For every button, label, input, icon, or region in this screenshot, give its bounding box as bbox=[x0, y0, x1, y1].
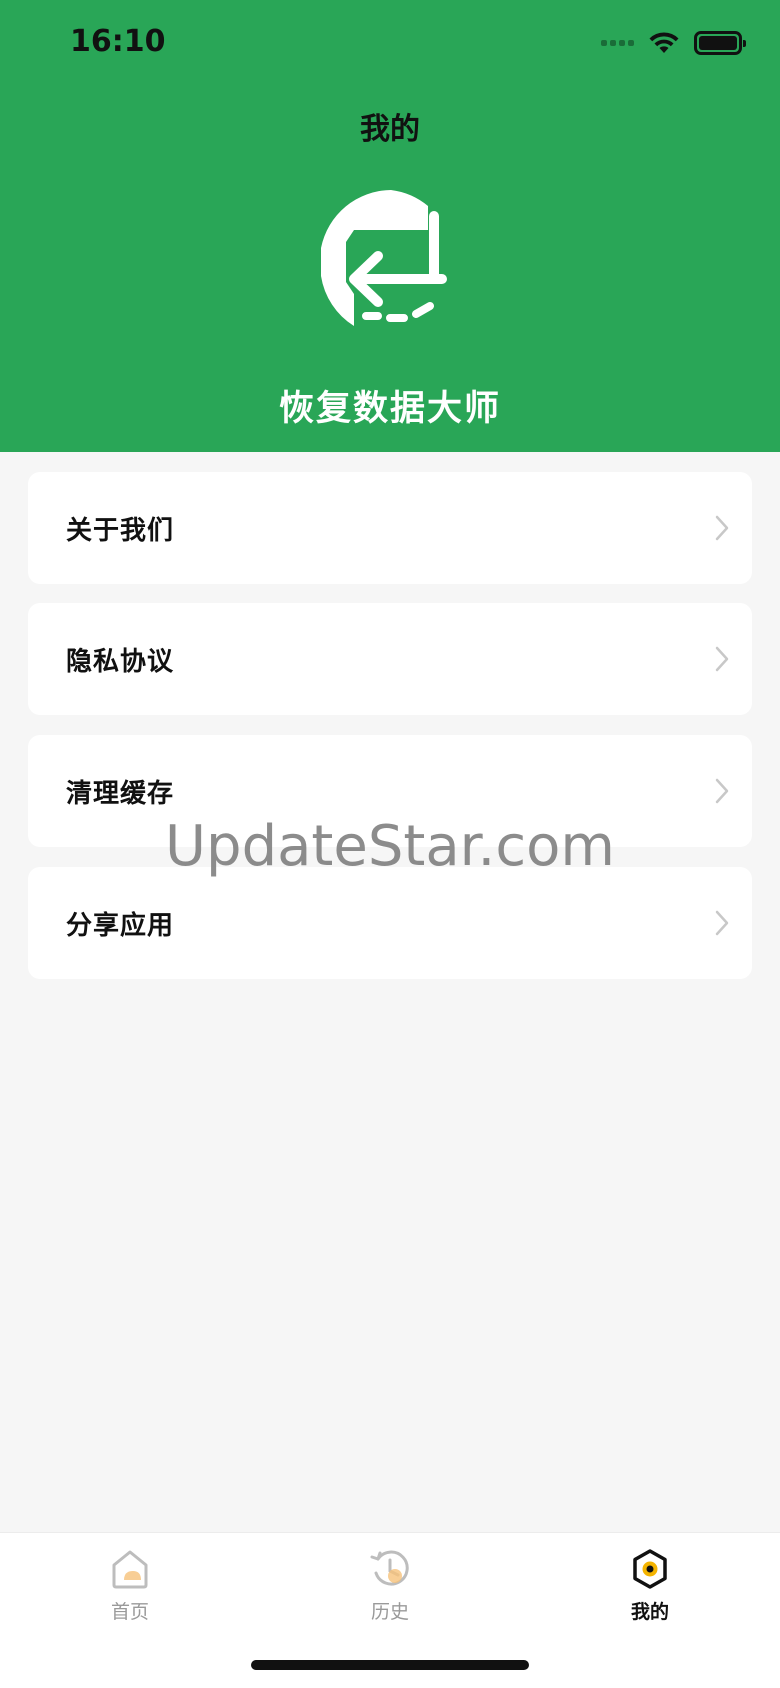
tab-label: 历史 bbox=[370, 1601, 409, 1623]
status-time: 16:10 bbox=[70, 24, 166, 59]
menu-item-label: 分享应用 bbox=[66, 910, 175, 941]
signal-icon bbox=[601, 40, 634, 46]
app-logo bbox=[321, 190, 447, 326]
tab-label: 首页 bbox=[110, 1601, 149, 1623]
tab-home[interactable]: 首页 bbox=[70, 1547, 190, 1624]
tab-history[interactable]: 历史 bbox=[330, 1547, 450, 1624]
menu-item-privacy-policy[interactable]: 隐私协议 bbox=[28, 603, 752, 715]
menu-item-share-app[interactable]: 分享应用 bbox=[28, 867, 752, 979]
chevron-right-icon bbox=[715, 910, 729, 936]
menu-item-label: 关于我们 bbox=[66, 515, 175, 546]
home-icon bbox=[112, 1550, 148, 1589]
tab-profile[interactable]: 我的 bbox=[590, 1547, 710, 1624]
menu-item-label: 清理缓存 bbox=[66, 778, 175, 809]
chevron-right-icon bbox=[715, 515, 729, 541]
history-icon bbox=[370, 1550, 409, 1586]
tab-label: 我的 bbox=[630, 1601, 669, 1623]
status-indicators bbox=[601, 28, 746, 58]
watermark: UpdateStar.com bbox=[165, 814, 615, 879]
profile-header: 16:10 我的 恢复数据大师 bbox=[0, 0, 780, 452]
chevron-right-icon bbox=[715, 646, 729, 672]
page-title: 我的 bbox=[360, 112, 420, 147]
chevron-right-icon bbox=[715, 778, 729, 804]
wifi-icon bbox=[649, 32, 679, 53]
menu-item-about-us[interactable]: 关于我们 bbox=[28, 472, 752, 584]
profile-icon bbox=[633, 1549, 667, 1589]
app-name: 恢复数据大师 bbox=[278, 389, 501, 429]
menu-item-label: 隐私协议 bbox=[66, 646, 175, 677]
battery-icon bbox=[694, 31, 746, 55]
home-indicator bbox=[251, 1660, 529, 1670]
